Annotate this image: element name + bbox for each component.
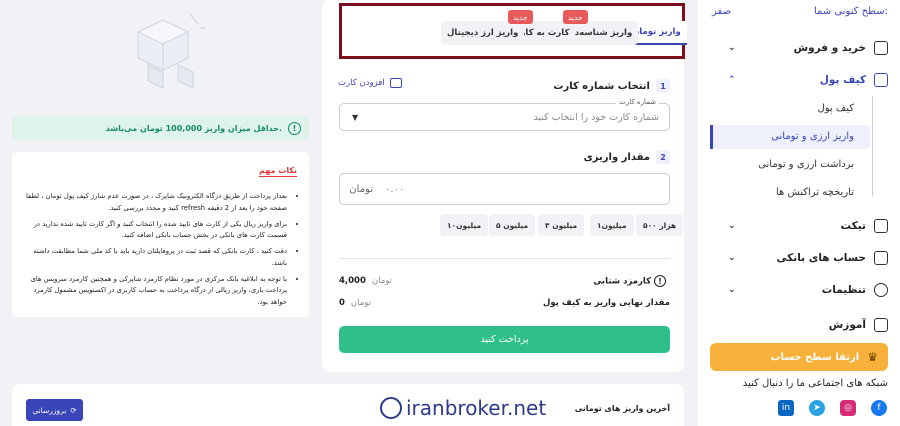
sidebar-item-education[interactable]: آموزش [710, 312, 888, 338]
sidebar-item-wallet[interactable]: ⌃ کیف پول [710, 67, 888, 93]
chevron-down-icon: ▼ [352, 112, 359, 122]
note-item: بعداز پرداخت از طریق درگاه الکترونیک شاپ… [20, 191, 287, 214]
sidebar-item-bank-accounts[interactable]: ⌄ حساب های بانکی [710, 245, 888, 271]
minimum-deposit-notice: حداقل میزان واریز 100,000 تومان می‌باشد.… [12, 116, 309, 140]
account-level: صفر سطح کنونی شما: [712, 6, 888, 17]
gear-icon [874, 283, 888, 297]
social-follow-text: شبکه های اجتماعی ما را دنبال کنید [742, 378, 888, 389]
ticket-icon [874, 219, 888, 233]
upgrade-account-button[interactable]: ارتقا سطح حساب ♛ [710, 343, 888, 371]
telegram-icon[interactable]: ➤ [809, 400, 825, 416]
important-notes-card: نکات مهم بعداز پرداخت از طریق درگاه الکت… [12, 152, 309, 317]
divider [339, 258, 670, 259]
submenu-line [872, 96, 873, 196]
chevron-down-icon: ⌄ [728, 221, 736, 231]
chevron-down-icon: ⌄ [728, 253, 736, 263]
pay-button[interactable]: پرداخت کنید [339, 326, 670, 353]
note-item: با توجه به ابلاغیه بانک مرکزی در مورد نظ… [20, 274, 287, 309]
latest-deposits-title: آخرین واریز های تومانی [574, 404, 670, 413]
info-icon[interactable]: ! [654, 275, 666, 287]
amount-chip[interactable]: ۵۰۰ هزار [636, 214, 684, 236]
notes-title: نکات مهم [259, 166, 297, 177]
fee-value: تومان 4,000 [339, 276, 393, 286]
chevron-up-icon: ⌃ [728, 75, 736, 85]
sidebar-subitem-wallet[interactable]: کیف پول [817, 103, 854, 114]
sidebar-subitem-withdraw[interactable]: برداشت ارزی و تومانی [758, 159, 854, 170]
final-amount-label: مقدار نهایی واریز به کیف پول [542, 298, 670, 308]
step1-heading: انتخاب شماره کارت 1 [553, 79, 670, 93]
add-card-link[interactable]: افزودن کارت [338, 78, 402, 88]
book-icon [874, 318, 888, 332]
chevron-down-icon: ⌄ [728, 285, 736, 295]
amount-chip[interactable]: ۱۰میلیون [440, 214, 489, 236]
sidebar-item-ticket[interactable]: ⌄ تیکت [710, 213, 888, 239]
chevron-down-icon: ⌄ [728, 43, 736, 53]
refresh-icon: ⟳ [70, 405, 77, 415]
sidebar-item-settings[interactable]: ⌄ تنظیمات [710, 277, 888, 303]
note-item: برای واریز ریال یکی از کارت های تایید شد… [20, 219, 287, 242]
check-circle-icon: ! [288, 121, 301, 135]
step2-heading: مقدار واریزی 2 [584, 150, 670, 164]
amount-chip[interactable]: ۱میلیون [590, 214, 634, 236]
notes-list: بعداز پرداخت از طریق درگاه الکترونیک شاپ… [20, 191, 297, 308]
sidebar-item-trade[interactable]: ⌄ خرید و فروش [710, 35, 888, 61]
amount-input[interactable]: ۰.۰۰ تومان [339, 173, 670, 205]
card-plus-icon [389, 78, 402, 88]
watermark: iranbroker.net [380, 396, 546, 420]
exchange-icon [874, 41, 888, 55]
sidebar-subitem-history[interactable]: تاریخچه تراکنش ها [776, 187, 854, 198]
bank-icon [874, 251, 888, 265]
instagram-icon[interactable]: ◎ [840, 400, 856, 416]
new-badge: جدید [508, 10, 533, 24]
linkedin-icon[interactable]: in [778, 400, 794, 416]
amount-chip[interactable]: ۳ میلیون [538, 214, 585, 236]
fee-label: کارمزد شتابی ! [593, 275, 670, 287]
crown-icon: ♛ [867, 350, 878, 364]
cube-illustration [136, 13, 206, 89]
final-amount-value: تومان 0 [339, 298, 372, 308]
card-number-select[interactable]: شماره کارت شماره کارت خود را انتخاب کنید… [339, 98, 670, 131]
submenu-active-indicator [710, 125, 713, 149]
new-badge: جدید [563, 10, 588, 24]
watermark-logo-icon [380, 397, 402, 419]
sidebar-subitem-deposit[interactable]: واریز ارزی و تومانی [771, 131, 854, 142]
facebook-icon[interactable]: f [871, 400, 887, 416]
wallet-icon [874, 73, 888, 87]
refresh-button[interactable]: بروزرسانی ⟳ [26, 399, 83, 421]
note-item: دقت کنید ، کارت بانکی که قصد ثبت در پروف… [20, 246, 287, 269]
tab-crypto-deposit[interactable]: واریز ارز دیجیتال [441, 21, 525, 45]
amount-chip[interactable]: ۵ میلیون [489, 214, 536, 236]
